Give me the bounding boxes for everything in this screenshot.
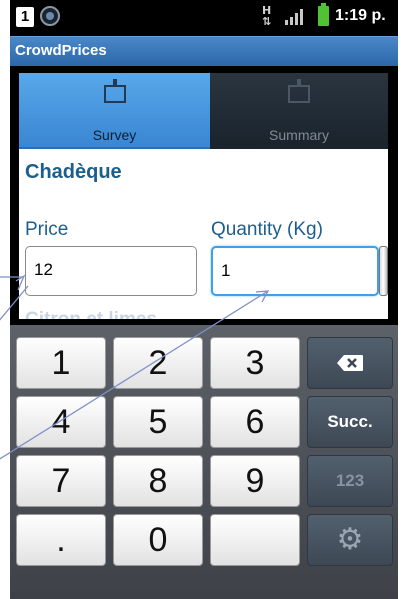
battery-icon (318, 3, 329, 26)
tv-icon (103, 79, 126, 103)
key-5[interactable]: 5 (113, 396, 203, 448)
key-label: 1 (51, 344, 71, 382)
price-input[interactable]: 12 (25, 246, 197, 296)
status-time: 1:19 p. (335, 7, 386, 24)
tab-survey[interactable]: Survey (19, 73, 210, 149)
key-2[interactable]: 2 (113, 337, 203, 389)
price-label: Price (25, 219, 69, 240)
key-label: 2 (148, 344, 168, 382)
quantity-input[interactable]: 1 (211, 246, 379, 296)
sim-icon: 1 (16, 7, 34, 27)
app-title-bar: CrowdPrices (10, 36, 398, 66)
quantity-label: Quantity (Kg) (211, 219, 323, 240)
key-1[interactable]: 1 (16, 337, 106, 389)
key-dot[interactable]: . (16, 514, 106, 566)
status-bar: 1 H ⇅ 1:19 p. (10, 0, 398, 36)
tab-survey-label: Survey (92, 127, 137, 143)
key-label: 4 (51, 403, 71, 441)
gear-icon: ⚙ (336, 523, 364, 556)
survey-form: Chadèque Price Quantity (Kg) 12 1 Citron… (19, 149, 388, 319)
signal-strength-icon (285, 9, 307, 25)
key-label: 7 (51, 462, 71, 500)
mode-key-label: 123 (335, 471, 365, 490)
key-3[interactable]: 3 (210, 337, 300, 389)
tab-bar: Survey Summary (19, 73, 388, 149)
backspace-key[interactable] (307, 337, 393, 389)
key-label: 9 (245, 462, 265, 500)
tab-summary-label: Summary (269, 127, 329, 143)
key-label: 0 (148, 521, 168, 559)
key-label: 5 (148, 403, 168, 441)
key-4[interactable]: 4 (16, 396, 106, 448)
sim-slot-number: 1 (20, 8, 30, 25)
next-key-label: Succ. (327, 412, 373, 431)
numeric-keyboard: 1 2 3 4 5 6 Succ. 7 8 9 123 . 0 ⚙ (10, 325, 398, 599)
tab-summary[interactable]: Summary (210, 73, 388, 149)
key-0[interactable]: 0 (113, 514, 203, 566)
key-blank[interactable] (210, 514, 300, 566)
next-product-name: Citron et limes (25, 309, 157, 319)
network-type-icon: H ⇅ (262, 4, 272, 28)
key-6[interactable]: 6 (210, 396, 300, 448)
key-label: 6 (245, 403, 265, 441)
scroll-handle[interactable] (379, 246, 388, 296)
camera-notification-icon (40, 6, 60, 26)
key-7[interactable]: 7 (16, 455, 106, 507)
key-8[interactable]: 8 (113, 455, 203, 507)
key-label: 3 (245, 344, 265, 382)
key-label: . (56, 521, 66, 559)
next-key[interactable]: Succ. (307, 396, 393, 448)
settings-key[interactable]: ⚙ (307, 514, 393, 566)
tv-icon (288, 79, 310, 103)
network-type-label: H (262, 4, 272, 17)
phone-screen: 1 H ⇅ 1:19 p. CrowdPrices Survey Summary … (10, 0, 398, 599)
key-9[interactable]: 9 (210, 455, 300, 507)
product-name: Chadèque (25, 161, 122, 183)
key-label: 8 (148, 462, 168, 500)
app-title: CrowdPrices (15, 42, 107, 59)
backspace-icon (337, 355, 363, 371)
mode-switch-key[interactable]: 123 (307, 455, 393, 507)
